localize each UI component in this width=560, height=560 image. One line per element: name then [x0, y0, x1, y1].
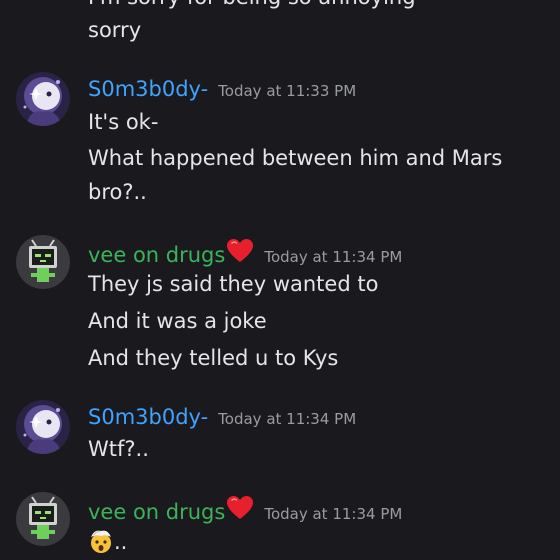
message-text: What happened between him and Mars	[88, 146, 503, 170]
username[interactable]: vee on drugs	[88, 240, 225, 270]
avatar-vee-on-drugs[interactable]	[16, 492, 70, 546]
timestamp: Today at 11:34 PM	[218, 410, 357, 428]
timestamp: Today at 11:33 PM	[218, 82, 357, 100]
message-header: vee on drugs Today at 11:34 PM	[88, 236, 403, 267]
red-heart-icon	[227, 239, 254, 262]
message-text: Wtf?..	[88, 437, 149, 461]
message-text: They js said they wanted to	[88, 272, 379, 296]
message-header: S0m3b0dy- Today at 11:34 PM	[88, 402, 356, 432]
avatar-s0m3b0dy[interactable]	[16, 72, 70, 126]
message-text-cut-off: I'm sorry for being so annoying	[88, 0, 416, 12]
chat-message-list: I'm sorry for being so annoying sorry S0…	[0, 0, 560, 560]
avatar-image	[16, 72, 70, 126]
avatar-image	[16, 492, 70, 546]
message-text-suffix: ..	[114, 530, 128, 554]
message-header: S0m3b0dy- Today at 11:33 PM	[88, 74, 356, 104]
username[interactable]: S0m3b0dy-	[88, 74, 208, 104]
message-text: ..	[88, 527, 127, 557]
timestamp: Today at 11:34 PM	[264, 505, 403, 523]
avatar-s0m3b0dy[interactable]	[16, 400, 70, 454]
avatar-image	[16, 400, 70, 454]
message-text: And they telled u to Kys	[88, 346, 339, 370]
message-header: vee on drugs Today at 11:34 PM	[88, 493, 403, 524]
username[interactable]: vee on drugs	[88, 497, 225, 527]
message-text: It's ok-	[88, 110, 159, 134]
avatar-image	[16, 235, 70, 289]
message-text: And it was a joke	[88, 309, 267, 333]
avatar-vee-on-drugs[interactable]	[16, 235, 70, 289]
username[interactable]: S0m3b0dy-	[88, 402, 208, 432]
timestamp: Today at 11:34 PM	[264, 248, 403, 266]
exploding-head-emoji-icon	[91, 530, 111, 553]
message-text: bro?..	[88, 180, 147, 204]
message-text: sorry	[88, 18, 142, 42]
red-heart-icon	[227, 496, 254, 519]
